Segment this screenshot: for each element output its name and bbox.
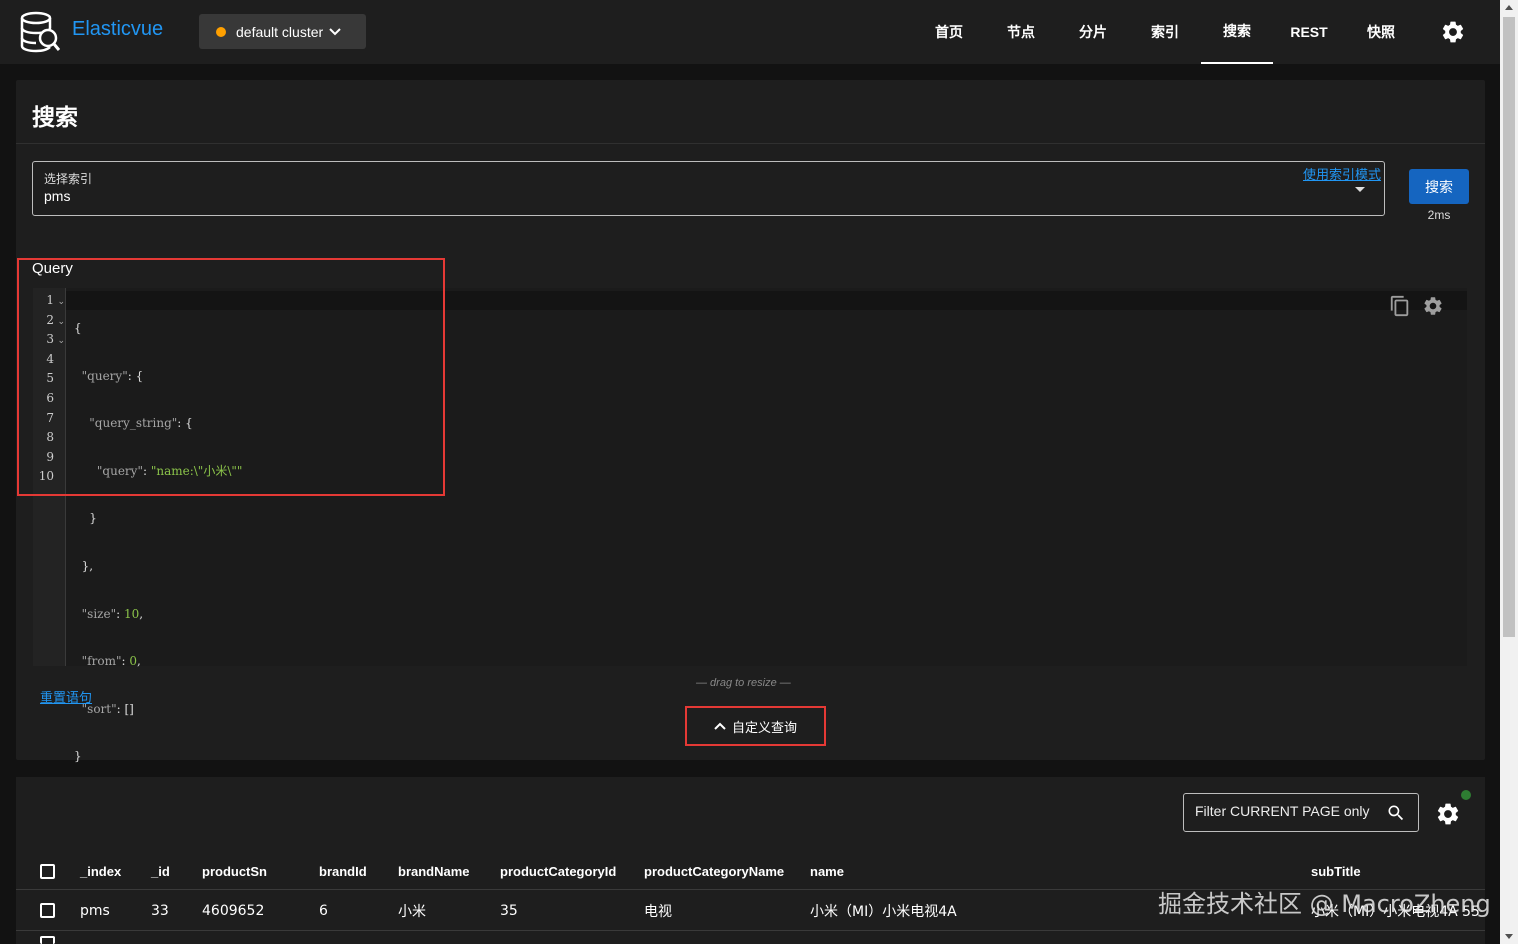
app-brand[interactable]: Elasticvue	[72, 18, 163, 41]
filter-input[interactable]	[1195, 803, 1375, 819]
column-header-id[interactable]: _id	[151, 853, 170, 889]
page-scrollbar[interactable]	[1500, 0, 1518, 944]
elasticvue-logo-icon[interactable]	[14, 10, 60, 54]
nav-snapshots[interactable]: 快照	[1345, 0, 1417, 64]
search-card: 搜索 选择索引 pms 使用索引模式 搜索 2ms Query 1 ⌄ 2 ⌄ 3 ⌄…	[16, 80, 1485, 763]
chevron-up-icon	[714, 722, 726, 730]
code-line: "size": 10,	[81, 606, 144, 621]
index-select-value: pms	[44, 188, 71, 204]
cell-id: 33	[151, 902, 169, 919]
nav-rest[interactable]: REST	[1273, 0, 1345, 64]
main-nav: 首页 节点 分片 索引 搜索 REST 快照	[913, 0, 1417, 64]
cell-productcategoryname: 电视	[644, 903, 672, 920]
cluster-label: default cluster	[236, 23, 324, 40]
caret-down-icon[interactable]	[1355, 187, 1365, 192]
nav-nodes[interactable]: 节点	[985, 0, 1057, 64]
search-icon[interactable]	[1386, 803, 1406, 823]
column-header-productcategoryid[interactable]: productCategoryId	[500, 853, 616, 889]
query-highlight-box	[17, 258, 445, 496]
cluster-status-dot	[216, 26, 226, 37]
filter-field[interactable]	[1183, 793, 1419, 832]
status-dot	[1461, 790, 1471, 800]
nav-search[interactable]: 搜索	[1201, 0, 1273, 64]
cell-index: pms	[80, 902, 110, 919]
column-header-brandid[interactable]: brandId	[319, 853, 367, 889]
row-checkbox[interactable]	[40, 936, 55, 944]
search-time: 2ms	[1427, 208, 1451, 222]
editor-settings-gear-icon[interactable]	[1422, 295, 1444, 317]
select-all-checkbox[interactable]	[40, 853, 55, 889]
settings-gear-icon[interactable]	[1440, 19, 1466, 45]
column-header-productcategoryname[interactable]: productCategoryName	[644, 853, 784, 889]
code-line: },	[74, 558, 94, 573]
index-select-field[interactable]: 选择索引 pms 使用索引模式	[32, 161, 1385, 216]
cell-name: 小米（MI）小米电视4A	[810, 903, 957, 920]
custom-query-label: 自定义查询	[731, 720, 797, 736]
table-row-partial[interactable]	[16, 932, 1485, 944]
watermark: 掘金技术社区 @ MacroZheng	[1158, 890, 1491, 918]
scroll-down-arrow-icon[interactable]	[1505, 934, 1513, 939]
page-title: 搜索	[32, 105, 78, 131]
reset-query-link[interactable]: 重置语句	[40, 687, 92, 706]
nav-shards[interactable]: 分片	[1057, 0, 1129, 64]
column-header-productsn[interactable]: productSn	[202, 853, 267, 889]
column-header-index[interactable]: _index	[80, 853, 121, 889]
table-settings-gear-icon[interactable]	[1435, 801, 1461, 827]
divider	[16, 143, 1485, 144]
row-checkbox[interactable]	[40, 891, 55, 930]
chevron-down-icon	[329, 25, 341, 39]
drag-to-resize-hint[interactable]: — drag to resize —	[696, 677, 791, 689]
cluster-selector-button[interactable]: default cluster	[199, 14, 366, 49]
custom-query-button[interactable]: 自定义查询	[685, 706, 826, 746]
scrollbar-thumb[interactable]	[1503, 17, 1515, 637]
code-line: }	[74, 511, 97, 526]
cell-brandid: 6	[319, 902, 328, 919]
top-app-bar: Elasticvue default cluster 首页 节点 分片 索引 搜…	[0, 0, 1500, 64]
code-line: "sort": []	[81, 701, 134, 716]
code-line: }	[74, 749, 82, 764]
cell-productsn: 4609652	[202, 902, 265, 919]
use-index-pattern-link[interactable]: 使用索引模式	[1303, 164, 1381, 183]
nav-home[interactable]: 首页	[913, 0, 985, 64]
copy-icon[interactable]	[1389, 295, 1411, 317]
column-header-brandname[interactable]: brandName	[398, 853, 470, 889]
nav-indices[interactable]: 索引	[1129, 0, 1201, 64]
code-line: "from": 0,	[81, 654, 141, 669]
index-select-label: 选择索引	[44, 172, 93, 186]
cell-productcategoryid: 35	[500, 902, 518, 919]
column-header-name[interactable]: name	[810, 853, 844, 889]
cell-brandname: 小米	[398, 903, 426, 920]
scroll-up-arrow-icon[interactable]	[1505, 5, 1513, 10]
search-button[interactable]: 搜索	[1409, 169, 1469, 204]
